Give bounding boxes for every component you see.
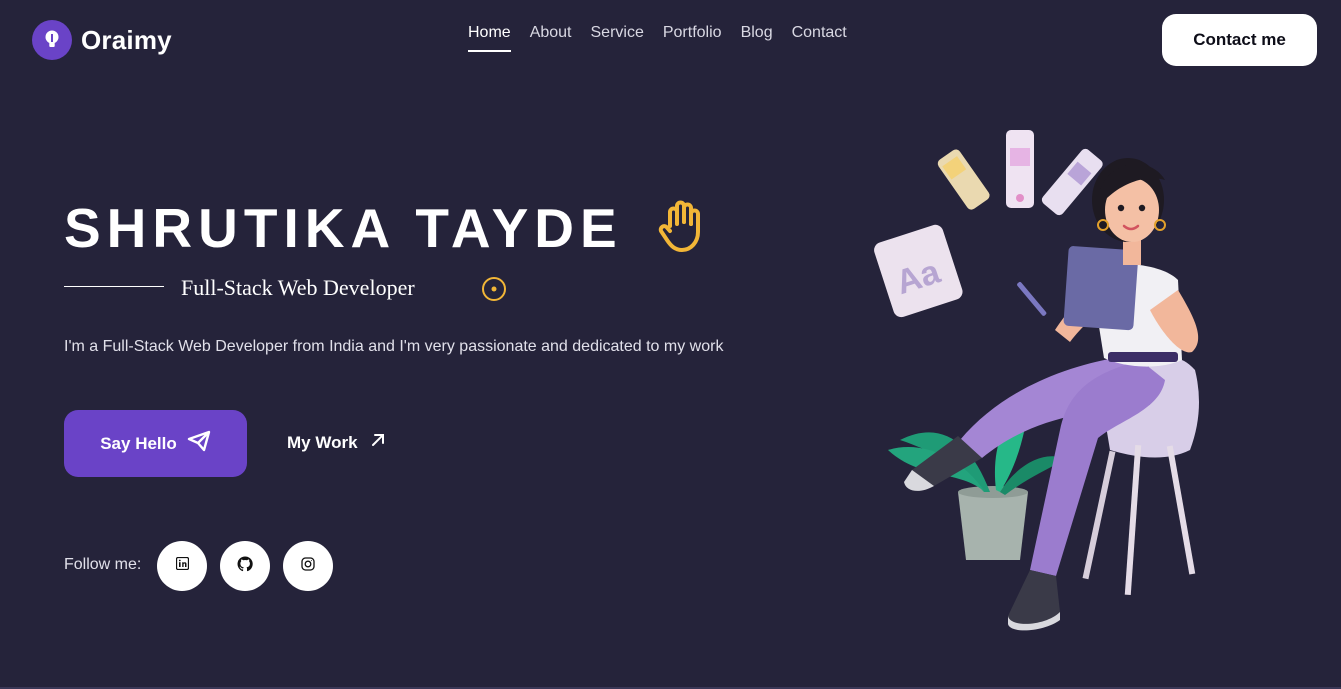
brand-name: Oraimy xyxy=(81,24,172,55)
follow-label: Follow me: xyxy=(64,556,142,573)
target-icon xyxy=(481,276,507,307)
nav-item-home[interactable]: Home xyxy=(468,24,511,52)
brand-logo[interactable]: Oraimy xyxy=(32,20,172,60)
nav-item-about[interactable]: About xyxy=(530,24,572,52)
linkedin-button[interactable] xyxy=(157,541,207,591)
say-hello-label: Say Hello xyxy=(100,433,177,453)
instagram-icon xyxy=(301,556,315,576)
github-button[interactable] xyxy=(220,541,270,591)
say-hello-button[interactable]: Say Hello xyxy=(64,410,247,477)
nav-item-contact[interactable]: Contact xyxy=(792,24,847,52)
developer-sitting-illustration: Aa xyxy=(860,120,1220,645)
nav-item-service[interactable]: Service xyxy=(591,24,644,52)
nav-item-blog[interactable]: Blog xyxy=(741,24,773,52)
lightbulb-icon xyxy=(32,20,72,60)
linkedin-icon xyxy=(175,556,189,575)
my-work-label: My Work xyxy=(287,432,358,452)
nav-item-portfolio[interactable]: Portfolio xyxy=(663,24,722,52)
role-divider xyxy=(64,286,164,287)
github-icon xyxy=(237,555,253,577)
arrow-up-right-icon xyxy=(370,432,386,453)
hero-name: SHRUTIKA TAYDE xyxy=(64,197,623,259)
hero-intro: I'm a Full-Stack Web Developer from Indi… xyxy=(64,338,724,355)
my-work-link[interactable]: My Work xyxy=(287,432,386,453)
contact-me-button[interactable]: Contact me xyxy=(1162,14,1317,66)
send-icon xyxy=(187,430,211,457)
instagram-button[interactable] xyxy=(283,541,333,591)
waving-hand-icon xyxy=(656,198,708,259)
main-nav: Home About Service Portfolio Blog Contac… xyxy=(468,24,847,52)
hero-role: Full-Stack Web Developer xyxy=(181,275,415,300)
